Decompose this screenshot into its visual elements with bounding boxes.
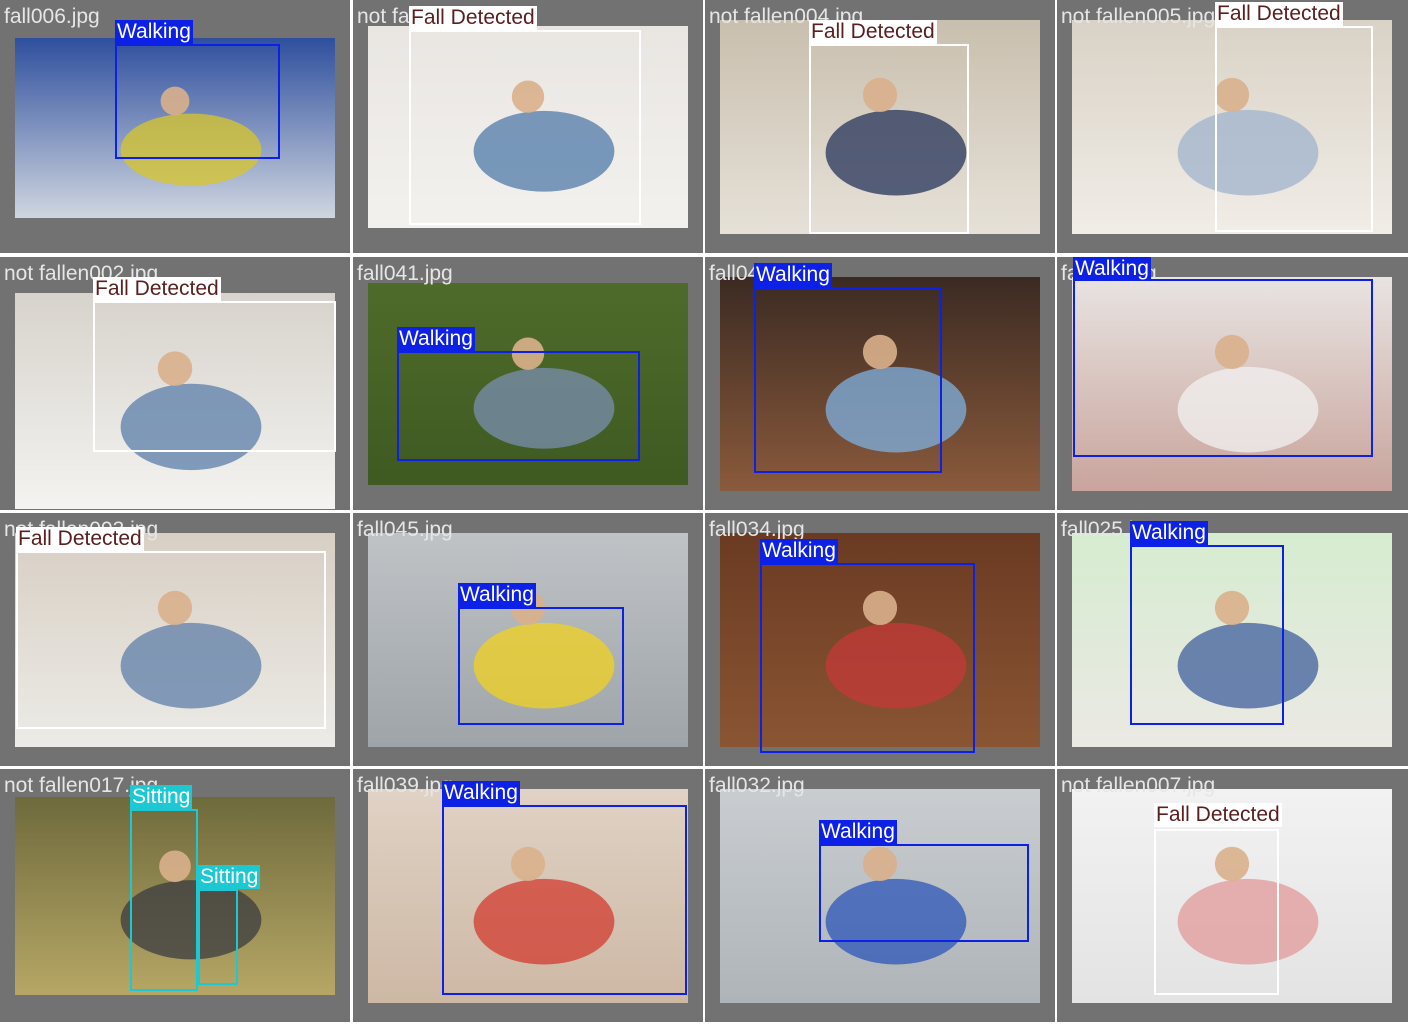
image-filename: fall045.jpg	[357, 518, 453, 541]
detection-label: Walking	[442, 781, 520, 805]
prediction-tile: fall043.jpgWalking	[705, 257, 1055, 510]
detection-box	[115, 44, 280, 159]
detection-label: Walking	[1130, 521, 1208, 545]
detection-label: Fall Detected	[16, 527, 144, 551]
image-filename: not fallen007.jpg	[1061, 774, 1216, 797]
detection-label: Fall Detected	[1215, 2, 1343, 26]
detection-box	[754, 287, 942, 473]
detection-box	[458, 607, 624, 725]
detection-box	[1073, 279, 1373, 457]
image-filename: not fallen005.jpg	[1061, 5, 1216, 28]
prediction-tile: not fallen001.jpgFall Detected	[353, 0, 703, 253]
detection-box	[130, 809, 198, 991]
detection-box	[93, 301, 336, 452]
detection-label: Fall Detected	[93, 277, 221, 301]
prediction-tile: fall039.jpg Walking	[353, 769, 703, 1022]
detection-box	[809, 44, 969, 234]
image-filename: fall041.jpg	[357, 262, 453, 285]
prediction-tile: fall032.jpg Walking	[705, 769, 1055, 1022]
detection-box	[1154, 829, 1279, 995]
prediction-tile: not fallen007.jpg Fall Detected	[1057, 769, 1408, 1022]
detection-label: Walking	[819, 820, 897, 844]
detection-box	[198, 889, 238, 985]
detection-label: Walking	[760, 539, 838, 563]
detection-label: Walking	[115, 20, 193, 44]
detection-label: Walking	[1073, 257, 1151, 281]
detection-label: Fall Detected	[809, 20, 937, 44]
detection-box	[397, 351, 640, 461]
detection-box	[760, 563, 975, 753]
prediction-tile: fall034.jpg Walking	[705, 513, 1055, 766]
prediction-grid: fall006.jpg Walking not fallen001.jpgFall …	[0, 0, 1408, 1024]
prediction-tile: not fallen003.jpgFall Detected	[0, 513, 350, 766]
detection-box	[1130, 545, 1284, 725]
detection-label: Sitting	[198, 865, 261, 889]
detection-box	[409, 30, 641, 225]
image-filename: fall032.jpg	[709, 774, 805, 797]
detection-box	[1215, 26, 1373, 232]
detection-label: Fall Detected	[1154, 803, 1282, 827]
image-filename: fall039.jpg	[357, 774, 453, 797]
detection-label: Fall Detected	[409, 6, 537, 30]
detection-label: Walking	[458, 583, 536, 607]
prediction-tile: not fallen004.jpg Fall Detected	[705, 0, 1055, 253]
detection-box	[16, 551, 326, 729]
prediction-tile: fall045.jpg Walking	[353, 513, 703, 766]
prediction-tile: fall025.jpg Walking	[1057, 513, 1408, 766]
prediction-tile: fall041.jpg Walking	[353, 257, 703, 510]
detection-label: Walking	[754, 263, 832, 287]
detection-label: Walking	[397, 327, 475, 351]
detection-box	[819, 844, 1029, 942]
prediction-tile: not fallen002.jpg Fall Detected	[0, 257, 350, 510]
prediction-tile: not fallen017.jpg Sitting Sitting	[0, 769, 350, 1022]
prediction-tile: fall006.jpg Walking	[0, 0, 350, 253]
prediction-tile: not fallen005.jpg Fall Detected	[1057, 0, 1408, 253]
detection-label: Sitting	[130, 785, 193, 809]
detection-box	[442, 805, 687, 995]
prediction-tile: fall036.jpgWalking	[1057, 257, 1408, 510]
image-filename: fall006.jpg	[4, 5, 100, 28]
